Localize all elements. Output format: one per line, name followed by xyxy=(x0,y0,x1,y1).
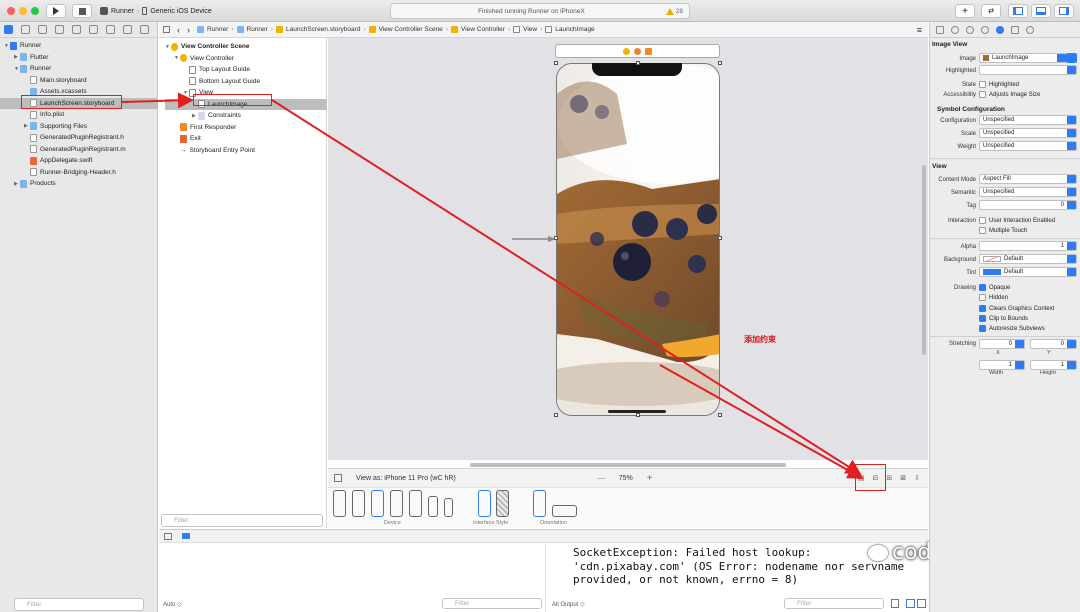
add-constraints-annotation: 添加约束 xyxy=(744,335,776,344)
annotation-arrows xyxy=(121,92,864,479)
